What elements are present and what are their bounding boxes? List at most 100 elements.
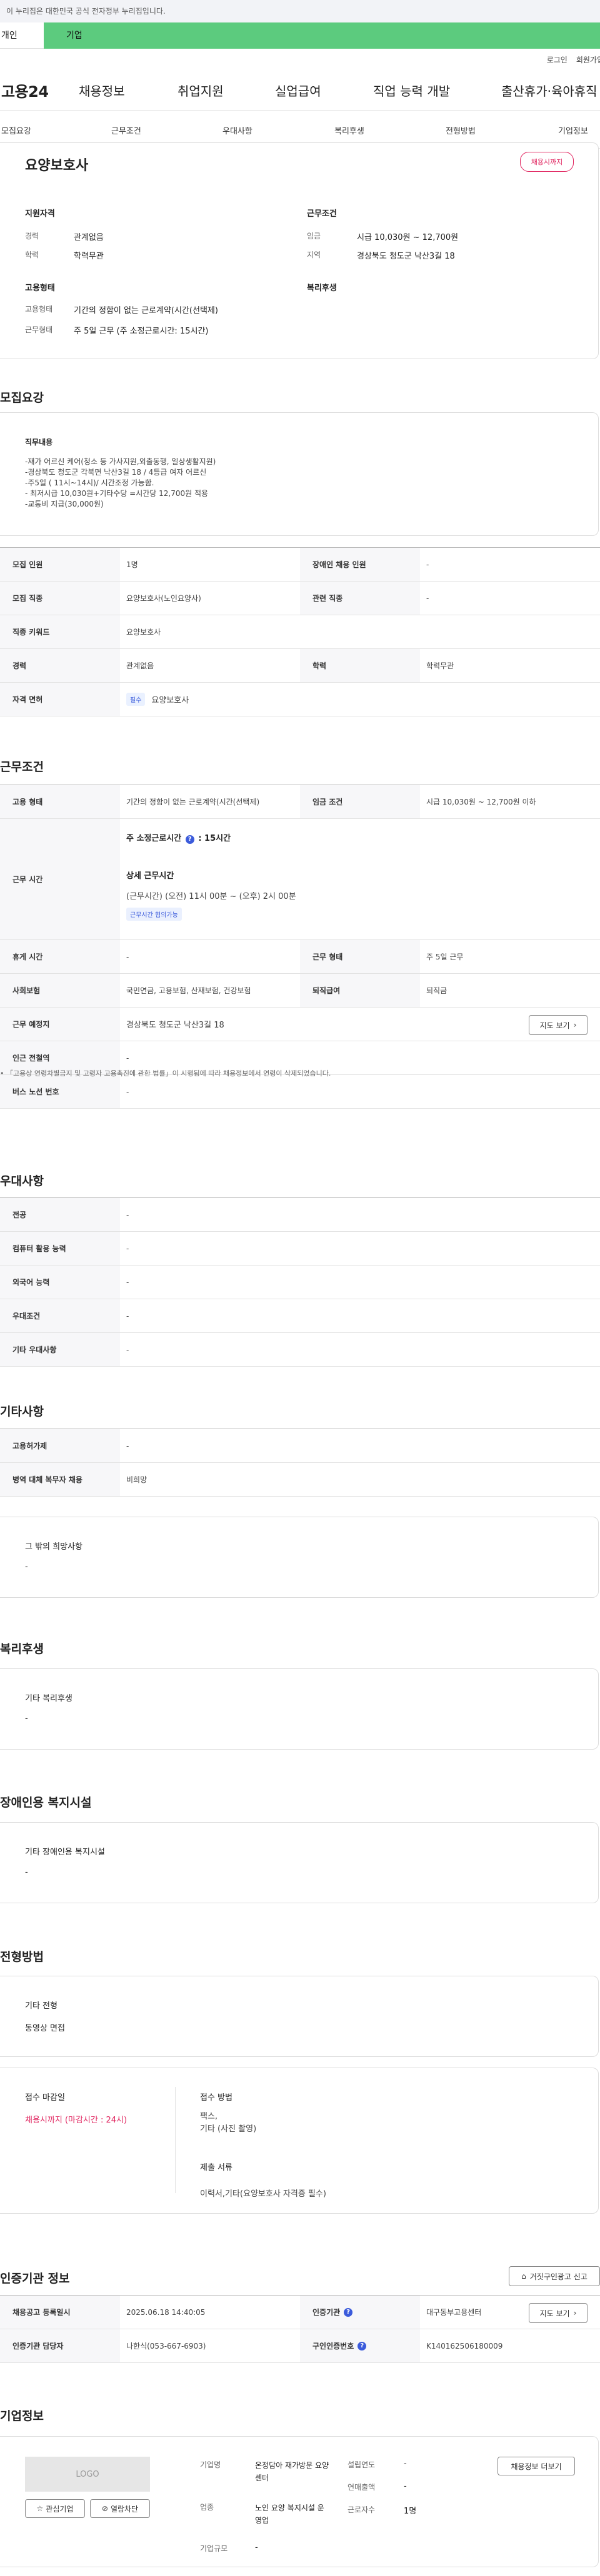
welfare-section-title: 복리후생 (0, 1642, 44, 1656)
row-value: - (126, 1345, 129, 1354)
bullet-icon: • (0, 1069, 4, 1077)
application-card: 접수 마감일 채용시까지 (마감시간 : 24시) 접수 방법 팩스, 기타 (… (0, 2068, 599, 2214)
subnav-welfare[interactable]: 복리후생 (334, 124, 364, 136)
preference-section-title: 우대사항 (0, 1174, 44, 1188)
table-row: 인증기관 담당자 나한식(053-667-6903) 구인인증번호 ? K140… (0, 2329, 600, 2363)
job-title: 요양보호사 (25, 158, 89, 174)
table-row: 우대조건 - (0, 1299, 600, 1333)
member-type-tabs: 개인 기업 (0, 22, 600, 49)
logo-text: LOGO (76, 2469, 99, 2479)
subnav-screening[interactable]: 전형방법 (446, 124, 476, 136)
info-icon[interactable]: ? (358, 2341, 367, 2351)
row-label: 채용공고 등록일시 (0, 2296, 120, 2329)
row-value: - (126, 1277, 129, 1287)
disabled-section-title: 장애인용 복지시설 (0, 1796, 92, 1810)
staff-value: 1명 (404, 2507, 417, 2516)
hours-cell: 주 소정근로시간 ? : 15시간 상세 근무시간 (근무시간) (오전) 11… (120, 819, 296, 939)
block-view-button[interactable]: ⊘ 열람차단 (90, 2499, 150, 2518)
region-label: 지역 (307, 250, 321, 259)
duty-card: 직무내용 -재가 어르신 케어(청소 등 가사지원,외출동행, 일상생활지원) … (0, 412, 599, 536)
info-icon[interactable]: ? (344, 2307, 353, 2317)
age-notice-text: 「고용상 연령차별금지 및 고령자 고용촉진에 관한 법률」이 시행됨에 따라 … (6, 1069, 331, 1077)
subnav-company[interactable]: 기업정보 (558, 124, 588, 136)
row-label: 근무 예정지 (0, 1008, 120, 1041)
info-icon[interactable]: ? (185, 835, 194, 844)
row-value: 경상북도 청도군 낙산3길 18 (126, 1021, 224, 1030)
chevron-right-icon: › (573, 1021, 577, 1029)
row-value: 필수 요양보호사 (120, 683, 189, 716)
table-row: 모집 인원 1명 장애인 채용 인원 - (0, 548, 600, 582)
table-row: 자격 면허 필수 요양보호사 (0, 683, 600, 716)
row-value: 1명 (126, 560, 138, 569)
welfare-card: 기타 복리후생 - (0, 1668, 599, 1750)
welfare-summary-title: 복리후생 (307, 284, 337, 293)
favorite-company-button[interactable]: ☆ 관심기업 (25, 2499, 85, 2518)
table-row: 버스 노선 번호 - (0, 1075, 600, 1109)
row-label: 우대조건 (0, 1299, 120, 1332)
founding-year-value: - (404, 2459, 407, 2469)
agency-label: 인증기관 (312, 2308, 341, 2317)
gnb-menu-vocational-training[interactable]: 직업 능력 개발 (373, 81, 450, 99)
gnb-menu-employment-support[interactable]: 취업지원 (178, 81, 224, 99)
table-row: 근무 시간 주 소정근로시간 ? : 15시간 상세 근무시간 (근무시간) (… (0, 819, 600, 940)
row-label: 버스 노선 번호 (0, 1075, 120, 1108)
table-row: 경력 관계없음 학력 학력무관 (0, 649, 600, 683)
other-wishes-value: - (25, 1562, 28, 1572)
row-label: 자격 면허 (0, 683, 120, 716)
agency-map-button[interactable]: 지도 보기 › (529, 2303, 588, 2323)
company-jobs-button[interactable]: 채용정보 더보기 (498, 2457, 575, 2475)
career-label: 경력 (25, 232, 39, 240)
gnb-menu-parental-leave[interactable]: 출산휴가·육아휴직 (501, 81, 598, 99)
login-link[interactable]: 로그인 (547, 54, 568, 65)
row-value: 요양보호사 (126, 628, 161, 637)
chevron-right-icon: › (573, 2309, 577, 2317)
other-wishes-card: 그 밖의 희망사항 - (0, 1517, 599, 1598)
emp-type-value: 기간의 정함이 없는 근로계약(시간(선택제) (74, 306, 218, 315)
row-label: 기타 우대사항 (0, 1333, 120, 1366)
table-row: 직종 키워드 요양보호사 (0, 615, 600, 649)
disabled-box-title: 기타 장애인용 복지시설 (25, 1848, 105, 1857)
detail-hours-value: (근무시간) (오전) 11시 00분 ~ (오후) 2시 00분 (126, 892, 296, 901)
join-link[interactable]: 회원가입 (576, 54, 600, 65)
row-value: 학력무관 (426, 661, 454, 670)
row-label: 장애인 채용 인원 (300, 548, 420, 581)
util-bar: 로그인 회원가입 (0, 49, 600, 70)
block-label: 열람차단 (110, 2504, 139, 2514)
required-tag: 필수 (126, 693, 146, 706)
sales-value: - (404, 2482, 407, 2491)
row-value: 요양보호사(노인요양사) (126, 594, 201, 603)
subnav-recruit[interactable]: 모집요강 (1, 124, 31, 136)
row-label: 인증기관 ? (300, 2296, 420, 2329)
row-label: 인증기관 담당자 (0, 2329, 120, 2362)
preference-table: 전공 - 컴퓨터 활용 능력 - 외국어 능력 - 우대조건 - 기타 우대사항… (0, 1197, 600, 1367)
tab-personal[interactable]: 개인 (0, 22, 44, 49)
method-value: 팩스, 기타 (사진 촬영) (200, 2112, 257, 2134)
gov-notice: 이 누리집은 대한민국 공식 전자정부 누리집입니다. (0, 0, 600, 22)
row-value: 기간의 정함이 없는 근로계약(시간(선택제) (126, 798, 260, 806)
gnb-menu-unemployment-benefit[interactable]: 실업급여 (275, 81, 321, 99)
row-label: 직종 키워드 (0, 615, 120, 648)
employment-title: 고용형태 (25, 284, 55, 293)
table-row: 외국어 능력 - (0, 1266, 600, 1299)
business-label: 업종 (200, 2503, 214, 2512)
report-icon: ⌂ (521, 2272, 526, 2281)
gnb-menu-jobs[interactable]: 채용정보 (79, 81, 125, 99)
subnav-preference[interactable]: 우대사항 (222, 124, 252, 136)
false-ad-report-button[interactable]: ⌂ 거짓구인광고 신고 (509, 2266, 600, 2286)
work-place-map-button[interactable]: 지도 보기 › (529, 1015, 588, 1035)
founding-year-label: 설립연도 (348, 2460, 376, 2469)
favorite-label: 관심기업 (46, 2504, 74, 2514)
subnav-work[interactable]: 근무조건 (111, 124, 141, 136)
edu-label: 학력 (25, 250, 39, 259)
row-value: - (426, 593, 429, 603)
row-label: 휴게 시간 (0, 940, 120, 973)
report-button-label: 거짓구인광고 신고 (529, 2272, 588, 2281)
row-value: 비희망 (126, 1475, 148, 1484)
work-condition-title: 근무조건 (307, 209, 337, 219)
tab-company[interactable]: 기업 (44, 22, 600, 49)
business-value: 노인 요양 복지시설 운영업 (255, 2504, 324, 2525)
site-logo[interactable]: 고용24 (1, 79, 49, 101)
weekly-hours-value: : 15시간 (198, 834, 231, 843)
duty-title: 직무내용 (25, 438, 53, 447)
etc-table: 고용허가제 - 병역 대체 복무자 채용 비희망 (0, 1429, 600, 1497)
